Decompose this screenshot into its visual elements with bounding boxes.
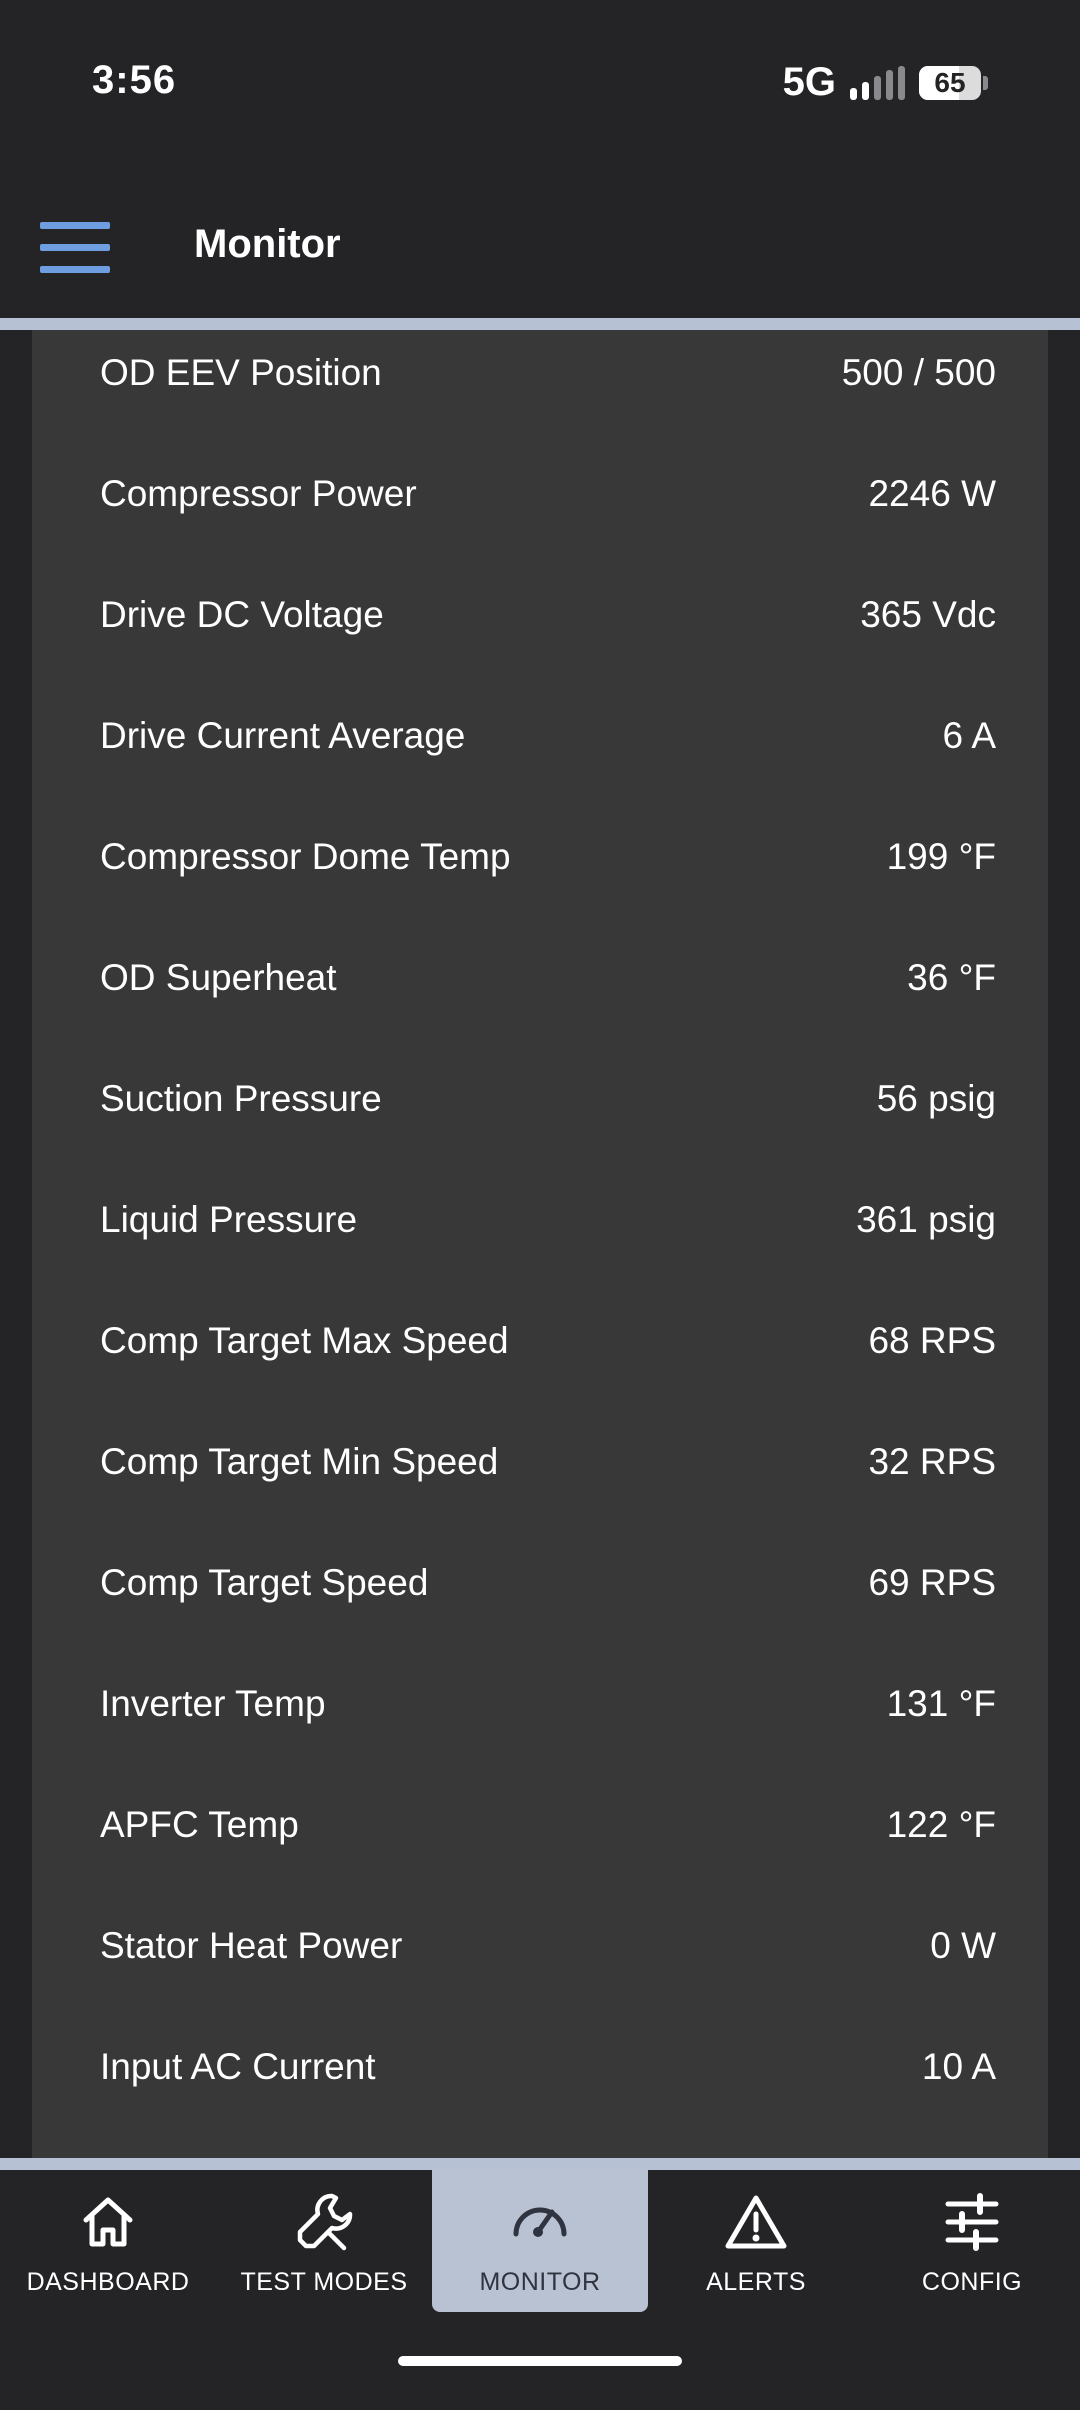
monitor-row: OD EEV Position 500 / 500	[32, 330, 1048, 433]
monitor-row-value: 56 psig	[876, 1077, 996, 1119]
gauge-icon	[513, 2207, 567, 2237]
nav-config[interactable]: CONFIG	[864, 2170, 1080, 2312]
nav-monitor[interactable]: MONITOR	[432, 2170, 648, 2312]
monitor-row-label: Compressor Power	[100, 472, 417, 514]
status-time: 3:56	[92, 58, 177, 102]
monitor-row: Liquid Pressure 361 psig	[32, 1159, 1048, 1280]
monitor-row-label: Comp Target Max Speed	[100, 1319, 509, 1361]
monitor-row-value: 36 °F	[907, 956, 996, 998]
battery-tip	[983, 75, 988, 90]
app-header: Monitor	[0, 170, 1080, 318]
monitor-row-value: 131 °F	[886, 1682, 996, 1724]
monitor-row-label: Comp Target Speed	[100, 1561, 429, 1603]
monitor-row: Stator Heat Power 0 W	[32, 1885, 1048, 2006]
header-divider	[0, 318, 1080, 330]
monitor-row-label: OD Superheat	[100, 956, 337, 998]
wrench-icon	[297, 2193, 353, 2251]
monitor-row-label: Comp Target Min Speed	[100, 1440, 499, 1482]
monitor-row-label: Stator Heat Power	[100, 1924, 403, 1966]
hamburger-menu-icon[interactable]	[40, 222, 112, 274]
nav-label: ALERTS	[706, 2268, 806, 2296]
monitor-row-label: Compressor Dome Temp	[100, 835, 511, 877]
monitor-row: Compressor Dome Temp 199 °F	[32, 796, 1048, 917]
monitor-row-value: 365 Vdc	[860, 593, 996, 635]
home-indicator	[398, 2356, 682, 2366]
monitor-row: Compressor Power 2246 W	[32, 433, 1048, 554]
sliders-icon	[945, 2193, 999, 2251]
monitor-row-label: OD EEV Position	[100, 351, 382, 393]
monitor-row-value: 32 RPS	[868, 1440, 996, 1482]
battery-percent: 65	[934, 66, 966, 98]
status-bar: 3:56 5G 65	[0, 0, 1080, 170]
monitor-screen: 3:56 5G 65 Monitor OD EEV Position 500 / …	[0, 0, 1080, 2410]
monitor-row: Input AC Current 10 A	[32, 2006, 1048, 2127]
warning-triangle-icon	[725, 2195, 787, 2249]
monitor-list[interactable]: OD EEV Position 500 / 500 Compressor Power…	[32, 330, 1048, 2160]
status-indicators: 5G 65	[783, 60, 988, 105]
monitor-row: Suction Pressure 56 psig	[32, 1038, 1048, 1159]
monitor-row-value: 2246 W	[868, 472, 996, 514]
signal-strength-icon	[850, 65, 905, 100]
bottom-navigation: DASHBOARD TEST MODES MONITOR ALERTS CONF…	[0, 2170, 1080, 2410]
monitor-row: Drive DC Voltage 365 Vdc	[32, 554, 1048, 675]
monitor-row-label: Input AC Current	[100, 2045, 376, 2087]
monitor-row-label: Inverter Temp	[100, 1682, 326, 1724]
monitor-row-value: 0 W	[930, 1924, 996, 1966]
monitor-row-value: 199 °F	[886, 835, 996, 877]
monitor-row-label: Drive DC Voltage	[100, 593, 384, 635]
monitor-row-label: Suction Pressure	[100, 1077, 382, 1119]
nav-test-modes[interactable]: TEST MODES	[216, 2170, 432, 2312]
monitor-row: Comp Target Max Speed 68 RPS	[32, 1280, 1048, 1401]
battery-icon: 65	[919, 65, 981, 100]
monitor-row-value: 69 RPS	[868, 1561, 996, 1603]
monitor-row: Comp Target Speed 69 RPS	[32, 1522, 1048, 1643]
page-title: Monitor	[194, 222, 341, 266]
monitor-row-value: 6 A	[942, 714, 997, 756]
nav-label: DASHBOARD	[26, 2268, 190, 2296]
monitor-row-label: Drive Current Average	[100, 714, 466, 756]
nav-label: MONITOR	[479, 2268, 601, 2296]
home-icon	[83, 2197, 133, 2247]
monitor-row-value: 10 A	[921, 2045, 996, 2087]
monitor-row-label: APFC Temp	[100, 1803, 299, 1845]
nav-alerts[interactable]: ALERTS	[648, 2170, 864, 2312]
nav-dashboard[interactable]: DASHBOARD	[0, 2170, 216, 2312]
monitor-row: OD Superheat 36 °F	[32, 917, 1048, 1038]
monitor-row-value: 500 / 500	[841, 351, 996, 393]
monitor-row-value: 122 °F	[886, 1803, 996, 1845]
monitor-row-value: 68 RPS	[868, 1319, 996, 1361]
footer-divider	[0, 2158, 1080, 2170]
monitor-row: Inverter Temp 131 °F	[32, 1643, 1048, 1764]
monitor-row: Comp Target Min Speed 32 RPS	[32, 1401, 1048, 1522]
network-type: 5G	[782, 60, 836, 104]
monitor-row-value: 361 psig	[856, 1198, 996, 1240]
monitor-row: APFC Temp 122 °F	[32, 1764, 1048, 1885]
monitor-row: Drive Current Average 6 A	[32, 675, 1048, 796]
nav-label: CONFIG	[921, 2268, 1023, 2296]
nav-label: TEST MODES	[240, 2268, 408, 2296]
monitor-row-label: Liquid Pressure	[100, 1198, 358, 1240]
